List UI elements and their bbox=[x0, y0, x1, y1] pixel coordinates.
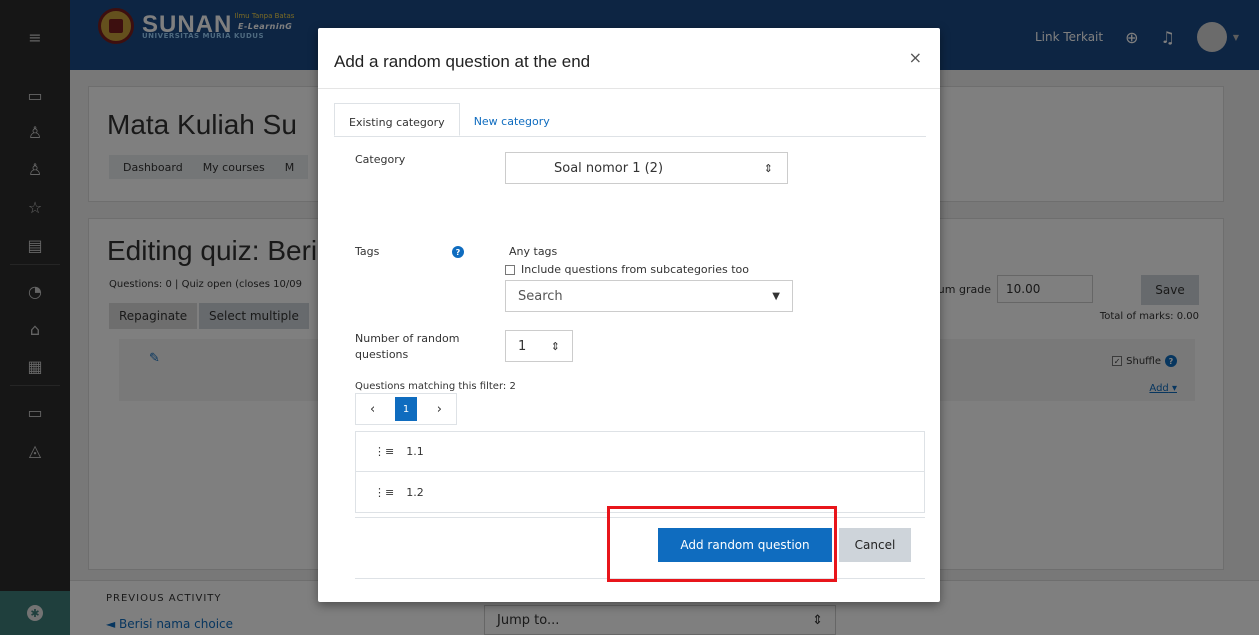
category-select[interactable]: Soal nomor 1 (2) ⇕ bbox=[505, 152, 788, 184]
tags-label: Tags bbox=[355, 245, 380, 258]
include-subcategories-option[interactable]: Include questions from subcategories too bbox=[505, 263, 749, 276]
highlight-box bbox=[607, 506, 837, 582]
include-subcategories-label: Include questions from subcategories too bbox=[521, 263, 749, 276]
dialog-title: Add a random question at the end bbox=[334, 52, 591, 71]
tags-search-input[interactable]: Search ▼ bbox=[505, 280, 793, 312]
help-icon[interactable]: ? bbox=[452, 246, 464, 258]
page-current[interactable]: 1 bbox=[395, 397, 417, 421]
pagination: ‹ 1 › bbox=[355, 393, 457, 425]
include-subcategories-checkbox[interactable] bbox=[505, 264, 515, 275]
list-item[interactable]: ⋮≡ 1.1 bbox=[356, 432, 924, 472]
question-name: 1.1 bbox=[406, 445, 424, 458]
updown-icon: ⇕ bbox=[763, 161, 773, 175]
category-tabs: Existing category New category bbox=[334, 103, 926, 137]
question-list: ⋮≡ 1.1 ⋮≡ 1.2 bbox=[355, 431, 925, 513]
matching-count: Questions matching this filter: 2 bbox=[355, 381, 516, 392]
tags-value: Any tags bbox=[509, 245, 558, 258]
tab-existing-category[interactable]: Existing category bbox=[334, 103, 460, 136]
category-label: Category bbox=[355, 153, 406, 166]
cancel-button[interactable]: Cancel bbox=[839, 528, 911, 562]
list-icon: ⋮≡ bbox=[374, 485, 395, 499]
tab-new-category[interactable]: New category bbox=[460, 103, 564, 136]
updown-icon: ⇕ bbox=[550, 339, 560, 353]
chevron-right-icon[interactable]: › bbox=[423, 394, 456, 424]
num-random-select[interactable]: 1 ⇕ bbox=[505, 330, 573, 362]
question-name: 1.2 bbox=[406, 485, 424, 499]
list-icon: ⋮≡ bbox=[374, 445, 395, 458]
num-random-label: Number of random questions bbox=[355, 332, 460, 361]
chevron-left-icon[interactable]: ‹ bbox=[356, 394, 389, 424]
caret-down-icon: ▼ bbox=[772, 290, 780, 302]
close-icon[interactable]: × bbox=[909, 48, 922, 67]
